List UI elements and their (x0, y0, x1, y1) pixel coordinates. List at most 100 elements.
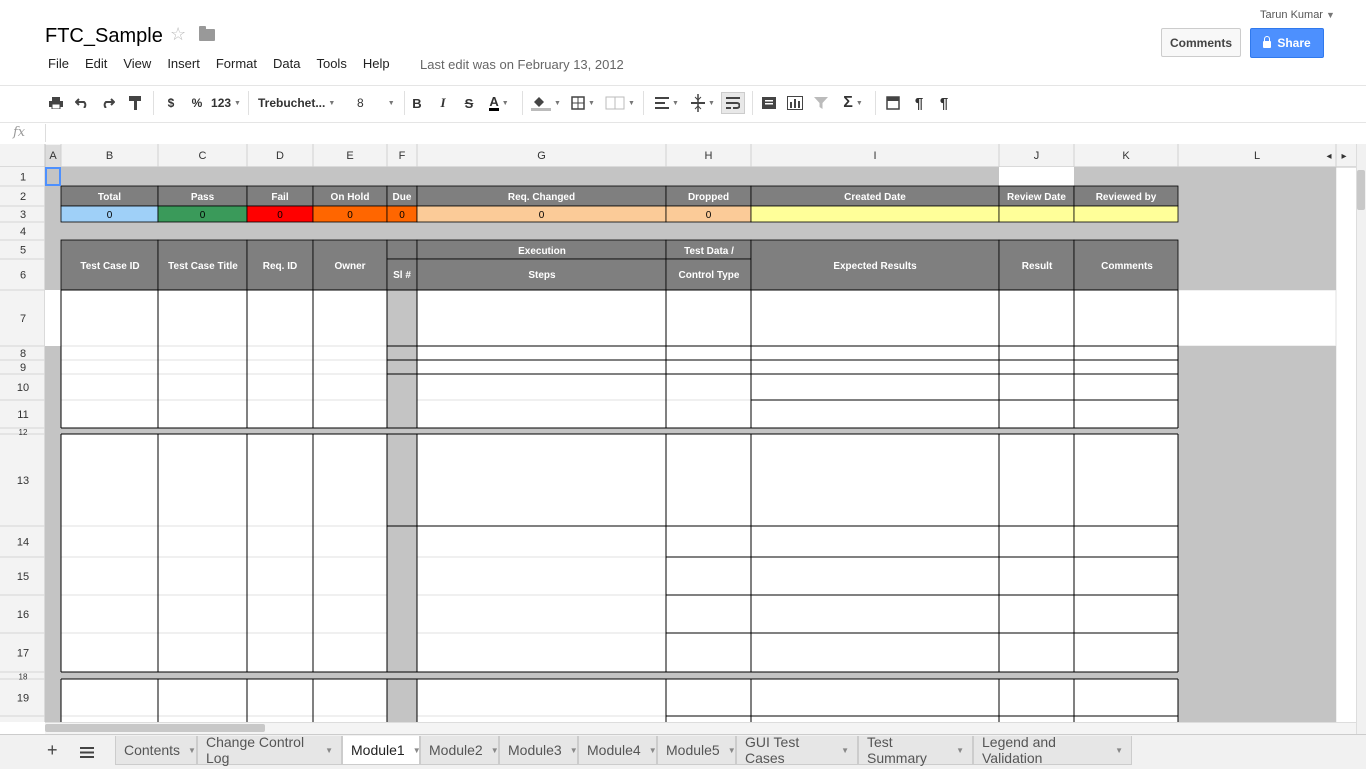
freeze-icon[interactable] (885, 94, 901, 112)
tab-module1[interactable]: Module1 ▼ (342, 736, 421, 765)
chevron-down-icon[interactable]: ▼ (956, 746, 964, 755)
filler-row-12[interactable] (61, 428, 1178, 434)
reviewed-by-cell[interactable] (1073, 205, 1179, 223)
tab-module5[interactable]: Module5 ▼ (657, 736, 736, 765)
font-size-dropdown[interactable]: 8 ▼ (357, 94, 399, 112)
fill-color-icon (531, 97, 552, 111)
filler-L2-3[interactable] (1178, 186, 1336, 222)
tab-label: Contents (124, 742, 181, 758)
menu-edit[interactable]: Edit (77, 56, 115, 74)
summary-value-1: 0 (200, 210, 206, 221)
vertical-scroll-thumb[interactable] (1357, 170, 1365, 210)
menu-tools[interactable]: Tools (308, 56, 354, 74)
insert-comment-icon[interactable] (761, 94, 777, 112)
chevron-down-icon[interactable]: ▼ (570, 746, 578, 755)
tab-module3[interactable]: Module3 ▼ (499, 736, 578, 765)
filler-row-4[interactable] (61, 222, 1336, 240)
tab-legend-and-validation[interactable]: Legend and Validation ▼ (973, 734, 1132, 766)
undo-icon[interactable] (74, 94, 90, 112)
filter-icon[interactable] (813, 94, 829, 112)
chevron-down-icon[interactable]: ▼ (1326, 10, 1335, 20)
row-header-5: 5 (20, 245, 26, 257)
tab-module4[interactable]: Module4 ▼ (578, 736, 657, 765)
summary-value-4: 0 (399, 210, 405, 221)
chevron-down-icon[interactable]: ▼ (325, 746, 333, 755)
star-icon[interactable]: ☆ (170, 24, 186, 45)
last-edit-status[interactable]: Last edit was on February 13, 2012 (420, 57, 624, 72)
print-icon[interactable] (48, 94, 64, 112)
chevron-down-icon[interactable]: ▼ (841, 746, 849, 755)
filler-A-col[interactable] (45, 167, 61, 722)
tab-module2[interactable]: Module2 ▼ (420, 736, 499, 765)
borders-dropdown[interactable]: ▼ (568, 94, 598, 112)
add-sheet-icon[interactable]: + (47, 740, 58, 761)
italic-button[interactable]: I (436, 94, 450, 112)
vertical-scrollbar[interactable] (1356, 144, 1366, 734)
menu-view[interactable]: View (115, 56, 159, 74)
cell-A7[interactable] (45, 290, 61, 346)
insert-chart-icon[interactable] (786, 94, 804, 112)
horizontal-align-dropdown[interactable]: ▼ (651, 94, 683, 112)
percent-format-button[interactable]: % (189, 94, 205, 112)
all-sheets-icon[interactable] (80, 745, 94, 763)
tab-label: Module4 (587, 742, 641, 758)
created-date-cell[interactable] (750, 205, 1000, 223)
cell-text: Comments (1101, 261, 1153, 272)
sheet-canvas[interactable]: A B C D E F G H I J K L ◂ ▸12345678910111213141516171… (0, 144, 1356, 722)
folder-icon[interactable] (199, 26, 215, 41)
number-format-dropdown[interactable]: 123 ▼ (211, 94, 241, 112)
redo-icon[interactable] (100, 94, 116, 112)
filler-row-18[interactable] (61, 672, 1178, 679)
merge-cells-dropdown[interactable]: ▼ (603, 94, 637, 112)
column-header-B: B (106, 150, 113, 162)
paint-format-icon[interactable] (127, 94, 143, 112)
chevron-down-icon: ▼ (554, 99, 561, 107)
spreadsheet-grid[interactable]: A B C D E F G H I J K L ◂ ▸ 1 2 3 4 5 6 7 8 9 10 11 12 13 14 15 16 17 1… (0, 144, 1356, 722)
chevron-down-icon[interactable]: ▼ (1115, 746, 1123, 755)
fill-color-dropdown[interactable]: ▼ (530, 94, 562, 112)
filler-L5-6[interactable] (1178, 240, 1336, 290)
horizontal-scroll-thumb[interactable] (45, 724, 265, 732)
user-name[interactable]: Tarun Kumar (1260, 9, 1323, 21)
rtl-pilcrow-icon[interactable]: ¶ (936, 94, 952, 112)
font-family-dropdown[interactable]: Trebuchet... ▼ (258, 94, 344, 112)
cell-text: Sl # (393, 270, 411, 281)
comments-button[interactable]: Comments (1161, 28, 1241, 57)
chevron-down-icon[interactable]: ▼ (728, 746, 736, 755)
review-date-cell[interactable] (998, 205, 1075, 223)
share-button[interactable]: Share (1250, 28, 1324, 58)
bold-button[interactable]: B (410, 94, 424, 112)
functions-dropdown[interactable]: Σ ▼ (838, 94, 868, 112)
cell-J1[interactable] (999, 167, 1074, 186)
strikethrough-button[interactable]: S (462, 94, 476, 112)
summary-header-8: Review Date (1007, 192, 1066, 203)
cell-text: Test Case ID (80, 261, 139, 272)
tab-test-summary[interactable]: Test Summary ▼ (858, 734, 973, 766)
tab-label: Module2 (429, 742, 483, 758)
formula-bar[interactable] (0, 122, 1366, 145)
currency-format-button[interactable]: $ (163, 94, 179, 112)
ltr-pilcrow-icon[interactable]: ¶ (911, 94, 927, 112)
chevron-down-icon[interactable]: ▼ (491, 746, 499, 755)
menu-format[interactable]: Format (208, 56, 265, 74)
document-title[interactable]: FTC_Sample (45, 25, 163, 48)
tab-change-control-log[interactable]: Change Control Log ▼ (197, 734, 342, 766)
header-sl-top[interactable] (386, 239, 418, 260)
tab-label: GUI Test Cases (745, 734, 800, 766)
tab-contents[interactable]: Contents ▼ (115, 736, 197, 765)
filler-L-col[interactable] (1178, 346, 1336, 722)
row-header-18: 18 (19, 673, 28, 682)
chevron-down-icon[interactable]: ▼ (649, 746, 657, 755)
menu-insert[interactable]: Insert (159, 56, 208, 74)
text-color-dropdown[interactable]: A ▼ (484, 94, 514, 112)
tab-label: Module3 (508, 742, 562, 758)
wrap-text-button[interactable] (721, 92, 745, 114)
vertical-align-dropdown[interactable]: ▼ (688, 94, 718, 112)
menu-file[interactable]: File (40, 56, 77, 74)
filler-sl-col[interactable] (387, 290, 417, 722)
filler-row-1[interactable] (61, 167, 1336, 186)
tab-gui-test-cases[interactable]: GUI Test Cases ▼ (736, 734, 858, 766)
menu-help[interactable]: Help (355, 56, 398, 74)
chevron-down-icon[interactable]: ▼ (188, 746, 196, 755)
menu-data[interactable]: Data (265, 56, 308, 74)
